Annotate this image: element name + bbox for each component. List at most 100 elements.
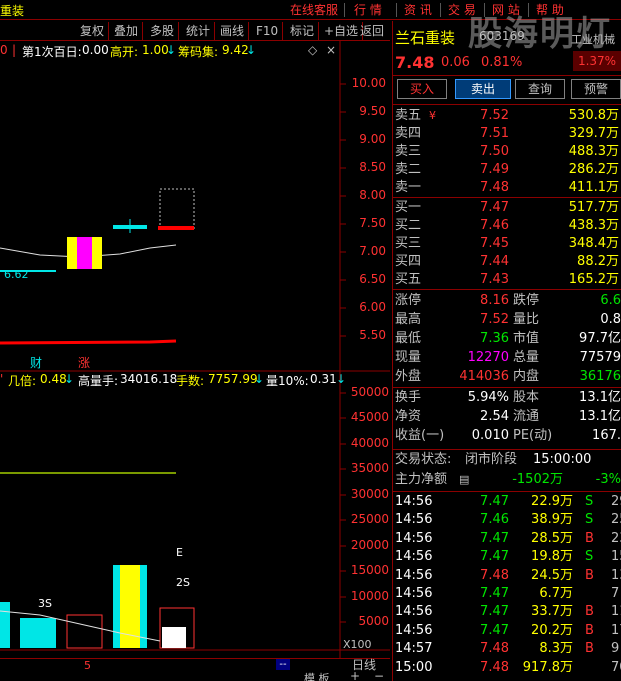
tick-side: S: [585, 494, 594, 509]
menu-news[interactable]: 资 讯: [400, 2, 436, 18]
alert-button[interactable]: 预警: [571, 79, 621, 99]
tick-row: 14:56 7.47 6.7万 7: [393, 585, 621, 603]
tick-price: 7.47: [480, 604, 509, 620]
arrow-down-icon: ↓: [254, 372, 265, 386]
menu-market[interactable]: 行 情: [350, 2, 386, 18]
scroll-marker[interactable]: --: [276, 659, 290, 670]
tick-volume: 33.7万: [531, 604, 573, 620]
tick-row: 15:00 7.48 917.8万 700: [393, 659, 621, 677]
volume-axis-label: 15000: [350, 563, 389, 577]
event-tag-finance[interactable]: 财: [30, 354, 42, 371]
tick-volume: 22.9万: [531, 494, 573, 509]
tick-row: 14:57 7.48 8.3万 B 9: [393, 640, 621, 658]
chart-svg: [0, 41, 390, 658]
volume-multiplier: X100: [343, 638, 372, 651]
zoom-out-button[interactable]: −: [374, 669, 384, 681]
tick-time: 14:56: [395, 622, 433, 638]
multi-stock-button[interactable]: 多股: [146, 22, 180, 40]
tick-time: 14:56: [395, 530, 433, 546]
arrow-down-icon: ↓: [64, 372, 75, 386]
volume-axis-label: 25000: [350, 512, 389, 526]
query-button[interactable]: 查询: [515, 79, 565, 99]
tick-time: 14:56: [395, 567, 433, 583]
tick-count: 7: [611, 586, 620, 601]
tick-volume: 24.5万: [531, 567, 573, 583]
price-axis-label: 7.50: [359, 216, 386, 230]
zoom-in-button[interactable]: +: [350, 669, 360, 681]
f10-button[interactable]: F10: [252, 22, 284, 40]
vol-indicator-2-value: 34016.18: [120, 372, 178, 386]
volume-indicator-bar: ' 几倍: 0.48 ↓ 高量手: 34016.18 手数: 7757.99 ↓…: [0, 372, 347, 388]
vol-indicator-4-label: 量10%:: [266, 374, 309, 388]
industry-label[interactable]: 工业机械: [571, 31, 615, 47]
restore-rights-button[interactable]: 复权: [76, 22, 110, 40]
buy-level-3: 买三 7.45 348.4万: [395, 236, 619, 251]
yen-icon: ¥: [429, 109, 436, 122]
tick-count: 9: [611, 641, 620, 657]
tick-time: 15:00: [395, 659, 433, 675]
arrow-down-icon: ↓: [336, 372, 347, 386]
tick-row: 14:56 7.47 19.8万 S 15: [393, 548, 621, 566]
template-button[interactable]: 模 板: [304, 670, 330, 681]
tick-volume: 20.2万: [531, 622, 573, 638]
price-axis-label: 6.50: [359, 272, 386, 286]
buy-level-2: 买二 7.46 438.3万: [395, 218, 619, 233]
chart-bottom-bar: 5 -- 日线 模 板 + −: [0, 658, 390, 681]
vol-label-2s: 2S: [176, 576, 190, 589]
date-marker: 5: [84, 659, 91, 672]
tick-volume: 28.5万: [531, 530, 573, 546]
list-icon: ▤: [459, 473, 470, 486]
mark-button[interactable]: 标记: [286, 22, 320, 40]
buy-level-1: 买一 7.47 517.7万: [395, 200, 619, 215]
stock-code: 603169: [479, 29, 525, 43]
tick-price: 7.47: [480, 622, 509, 638]
main-flow-row[interactable]: 主力净额 ▤ -1502万 -3%: [393, 471, 621, 489]
buy-order-book: 买一 7.47 517.7万 买二 7.46 438.3万 买三 7.45 34…: [393, 199, 621, 289]
menu-online-service[interactable]: 在线客服: [286, 2, 342, 18]
tick-row: 14:56 7.47 20.2万 B 17: [393, 622, 621, 640]
sell-level-2: 卖二 7.49 286.2万: [395, 162, 619, 177]
tick-row: 14:56 7.48 24.5万 B 13: [393, 567, 621, 585]
tick-time: 14:56: [395, 549, 433, 565]
overlay-button[interactable]: 叠加: [110, 22, 144, 40]
draw-line-button[interactable]: 画线: [216, 22, 250, 40]
tick-count: 29: [611, 494, 621, 509]
trade-button-row: 买入 卖出 查询 预警: [393, 79, 621, 101]
tick-count: 25: [611, 512, 621, 528]
sell-level-4: 卖四 7.51 329.7万: [395, 126, 619, 141]
tick-list[interactable]: 14:56 7.47 22.9万 S 29 14:56 7.46 38.9万 S 25 14:56 7…: [393, 493, 621, 681]
back-button[interactable]: 返回: [356, 22, 388, 40]
tick-time: 14:56: [395, 494, 433, 509]
tick-side: B: [585, 530, 594, 546]
volume-axis-label: 40000: [350, 436, 389, 450]
buy-level-4: 买四 7.44 88.2万: [395, 254, 619, 269]
tick-count: 11: [611, 604, 621, 620]
industry-change: 1.37%: [573, 51, 621, 71]
tick-row: 14:56 7.46 38.9万 S 25: [393, 511, 621, 529]
price-axis-label: 9.00: [359, 132, 386, 146]
tick-side: S: [585, 512, 594, 528]
stock-name: 兰石重装: [395, 29, 456, 47]
volume-axis-label: 35000: [350, 461, 389, 475]
tick-price: 7.47: [480, 586, 509, 601]
price-axis-label: 8.00: [359, 188, 386, 202]
buy-button[interactable]: 买入: [397, 79, 447, 99]
price-marker-label: 6.62: [4, 268, 29, 281]
vol-indicator-3-value: 7757.99: [208, 372, 258, 386]
volume-axis-label: 30000: [350, 487, 389, 501]
tick-time: 14:56: [395, 604, 433, 620]
tick-count: 23: [611, 530, 621, 546]
tick-volume: 917.8万: [522, 659, 573, 675]
tick-volume: 8.3万: [539, 641, 573, 657]
vol-label-3s: 3S: [38, 597, 52, 610]
statistics-button[interactable]: 统计: [182, 22, 216, 40]
sell-button[interactable]: 卖出: [455, 79, 511, 99]
tick-time: 14:56: [395, 512, 433, 528]
tick-side: S: [585, 549, 594, 565]
volume-axis-label: 10000: [350, 589, 389, 603]
sell-order-book: 卖五 ¥ 7.52 530.8万 卖四 7.51 329.7万 卖三 7.50 …: [393, 107, 621, 197]
kline-chart-area[interactable]: 0 | 第1次百日: 0.00 高开: 1.00 ↓ 筹码集: 9.42 ↓ ◇…: [0, 41, 390, 658]
tick-row: 14:56 7.47 22.9万 S 29: [393, 493, 621, 511]
event-tag-rise[interactable]: 涨: [78, 354, 90, 371]
buy-level-5: 买五 7.43 165.2万: [395, 272, 619, 287]
